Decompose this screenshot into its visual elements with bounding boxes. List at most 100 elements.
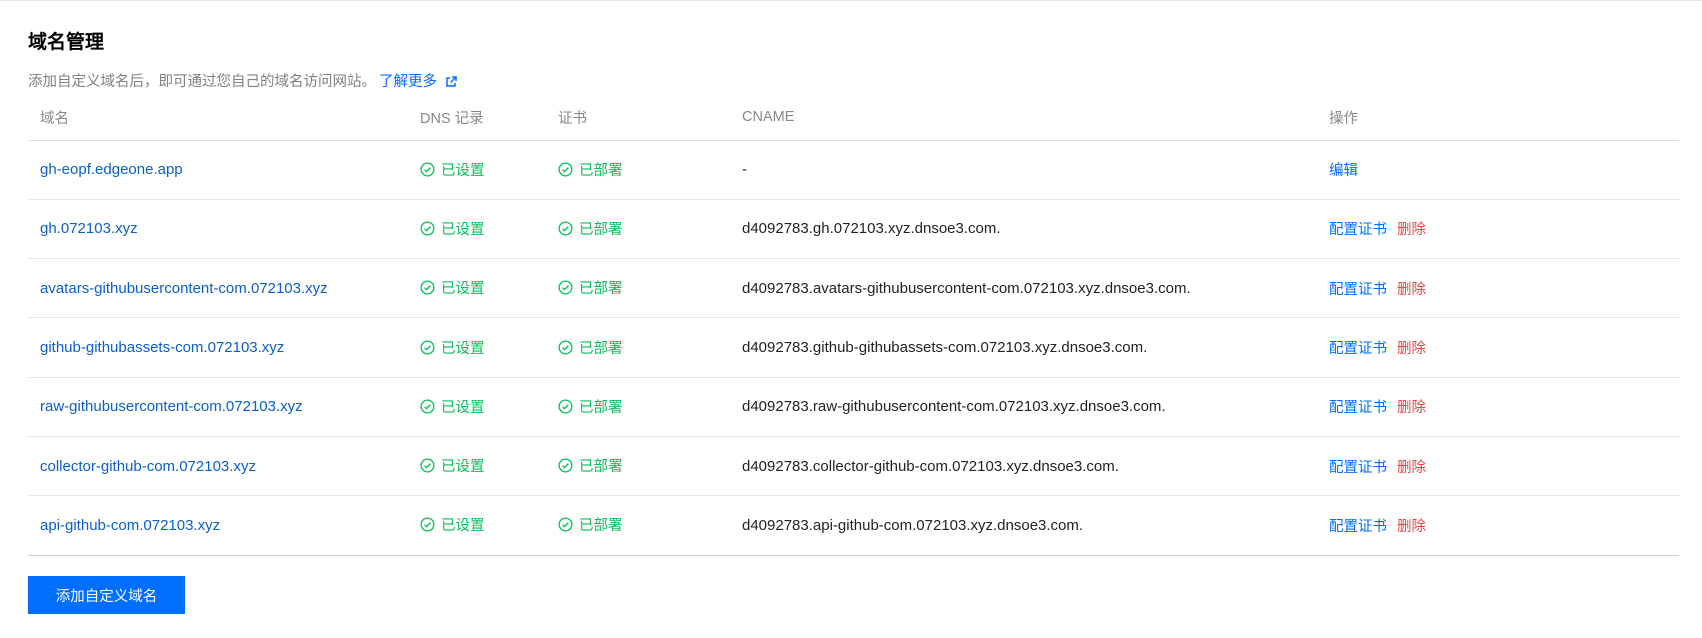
cell-cname: d4092783.gh.072103.xyz.dnsoe3.com. [730, 199, 1317, 260]
dns-status-text: 已设置 [441, 518, 485, 535]
table-row: github-githubassets-com.072103.xyz 已设置 已部署… [28, 317, 1679, 378]
dns-status-text: 已设置 [441, 162, 485, 179]
column-header-cert: 证书 [546, 95, 730, 141]
add-custom-domain-button[interactable]: 添加自定义域名 [28, 576, 185, 614]
cell-actions: 配置证书 删除 [1317, 317, 1679, 378]
check-circle-icon [420, 517, 435, 532]
cell-cert: 已部署 [546, 436, 730, 497]
cell-domain: github-githubassets-com.072103.xyz [28, 317, 408, 378]
check-circle-icon [558, 280, 573, 295]
domain-link[interactable]: raw-githubusercontent-com.072103.xyz [40, 398, 303, 415]
row-action-configure-cert-button[interactable]: 配置证书 [1329, 400, 1387, 416]
cell-domain: api-github-com.072103.xyz [28, 495, 408, 556]
dns-status-text: 已设置 [441, 221, 485, 238]
row-action-configure-cert-button[interactable]: 配置证书 [1329, 282, 1387, 298]
cert-status-text: 已部署 [579, 162, 623, 179]
check-circle-icon [558, 221, 573, 236]
domain-link[interactable]: avatars-githubusercontent-com.072103.xyz [40, 280, 328, 297]
table-header-row: 域名 DNS 记录 证书 CNAME 操作 [28, 95, 1679, 141]
check-circle-icon [558, 339, 573, 355]
cell-dns: 已设置 [408, 377, 546, 437]
cell-cname: d4092783.avatars-githubusercontent-com.0… [730, 258, 1317, 319]
row-action-delete-button[interactable]: 删除 [1397, 282, 1426, 298]
cell-cname: d4092783.collector-github-com.072103.xyz… [730, 436, 1317, 497]
table-row: api-github-com.072103.xyz 已设置 已部署 d4092783.… [28, 495, 1679, 556]
dns-status-text: 已设置 [441, 459, 485, 476]
check-circle-icon [420, 339, 435, 355]
check-circle-icon [558, 517, 573, 532]
row-action-delete-button[interactable]: 删除 [1397, 222, 1426, 238]
row-action-configure-cert-button[interactable]: 配置证书 [1329, 341, 1387, 357]
row-action-delete-button[interactable]: 删除 [1397, 341, 1426, 357]
domain-link[interactable]: collector-github-com.072103.xyz [40, 458, 256, 475]
column-header-cname: CNAME [730, 95, 1317, 141]
cell-dns: 已设置 [408, 317, 546, 378]
cert-status-text: 已部署 [579, 459, 623, 476]
row-action-delete-button[interactable]: 删除 [1397, 519, 1426, 535]
cell-domain: avatars-githubusercontent-com.072103.xyz [28, 258, 408, 319]
cell-dns: 已设置 [408, 436, 546, 497]
check-circle-icon [558, 399, 573, 414]
cell-domain: raw-githubusercontent-com.072103.xyz [28, 377, 408, 437]
cert-status-text: 已部署 [579, 518, 623, 535]
dns-status-text: 已设置 [441, 340, 485, 357]
check-circle-icon [420, 280, 435, 295]
check-circle-icon [558, 162, 573, 177]
check-circle-icon [420, 458, 435, 473]
check-circle-icon [558, 458, 573, 473]
row-action-configure-cert-button[interactable]: 配置证书 [1329, 460, 1387, 476]
domain-link[interactable]: gh.072103.xyz [40, 220, 138, 237]
cell-actions: 配置证书 删除 [1317, 199, 1679, 260]
cname-value: d4092783.github-githubassets-com.072103.… [742, 339, 1148, 357]
check-circle-icon [420, 399, 435, 414]
domain-management-panel: 域名管理 添加自定义域名后，即可通过您自己的域名访问网站。 了解更多 域名 DNS… [0, 0, 1702, 638]
column-header-actions: 操作 [1317, 95, 1679, 141]
cell-cname: d4092783.github-githubassets-com.072103.… [730, 317, 1317, 378]
cell-cname: d4092783.raw-githubusercontent-com.07210… [730, 377, 1317, 437]
cell-actions: 编辑 [1317, 140, 1679, 200]
cell-actions: 配置证书 删除 [1317, 495, 1679, 556]
cert-status-text: 已部署 [579, 340, 623, 357]
row-action-delete-button[interactable]: 删除 [1397, 460, 1426, 476]
cname-value: d4092783.raw-githubusercontent-com.07210… [742, 398, 1166, 416]
cell-cert: 已部署 [546, 199, 730, 260]
cname-value: d4092783.gh.072103.xyz.dnsoe3.com. [742, 220, 1001, 238]
dns-status-text: 已设置 [441, 281, 485, 298]
row-action-configure-cert-button[interactable]: 配置证书 [1329, 222, 1387, 238]
cell-domain: gh.072103.xyz [28, 199, 408, 260]
learn-more-link[interactable]: 了解更多 [379, 74, 437, 90]
cell-dns: 已设置 [408, 495, 546, 556]
cell-cert: 已部署 [546, 495, 730, 556]
external-link-icon[interactable] [445, 76, 457, 92]
domain-link[interactable]: github-githubassets-com.072103.xyz [40, 339, 284, 356]
cell-cert: 已部署 [546, 258, 730, 319]
check-circle-icon [420, 221, 435, 236]
cell-cert: 已部署 [546, 140, 730, 200]
page-title: 域名管理 [28, 31, 105, 53]
domain-link[interactable]: api-github-com.072103.xyz [40, 517, 220, 534]
dns-status-text: 已设置 [441, 399, 485, 416]
cell-cert: 已部署 [546, 377, 730, 437]
domain-link[interactable]: gh-eopf.edgeone.app [40, 161, 183, 178]
cell-dns: 已设置 [408, 258, 546, 319]
table-row: collector-github-com.072103.xyz 已设置 已部署 d40… [28, 436, 1679, 497]
cell-actions: 配置证书 删除 [1317, 436, 1679, 497]
cert-status-text: 已部署 [579, 399, 623, 416]
cell-domain: collector-github-com.072103.xyz [28, 436, 408, 497]
row-action-edit-button[interactable]: 编辑 [1329, 163, 1358, 179]
row-action-delete-button[interactable]: 删除 [1397, 400, 1426, 416]
cname-value: d4092783.api-github-com.072103.xyz.dnsoe… [742, 516, 1084, 534]
table-row: avatars-githubusercontent-com.072103.xyz… [28, 258, 1679, 319]
cert-status-text: 已部署 [579, 221, 623, 238]
cell-cname: - [730, 140, 1317, 200]
cname-value: d4092783.collector-github-com.072103.xyz… [742, 457, 1119, 475]
cell-cname: d4092783.api-github-com.072103.xyz.dnsoe… [730, 495, 1317, 556]
column-header-domain: 域名 [28, 95, 408, 141]
cname-value: d4092783.avatars-githubusercontent-com.0… [742, 279, 1191, 297]
row-action-configure-cert-button[interactable]: 配置证书 [1329, 519, 1387, 535]
column-header-dns: DNS 记录 [408, 95, 546, 141]
cell-domain: gh-eopf.edgeone.app [28, 140, 408, 200]
cell-actions: 配置证书 删除 [1317, 377, 1679, 437]
cell-dns: 已设置 [408, 140, 546, 200]
table-row: gh.072103.xyz 已设置 已部署 d4092783.gh.072103.xy… [28, 199, 1679, 260]
